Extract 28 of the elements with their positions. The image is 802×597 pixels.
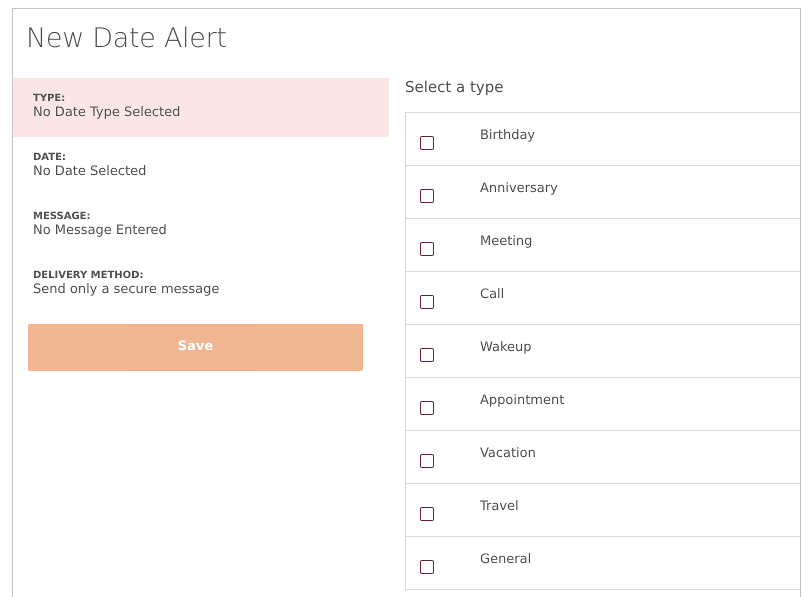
checkbox[interactable]: [420, 560, 434, 574]
checkbox[interactable]: [420, 401, 434, 415]
type-label[interactable]: Meeting: [480, 232, 532, 252]
checkbox[interactable]: [420, 242, 434, 256]
page-title: New Date Alert: [25, 22, 228, 56]
checkbox[interactable]: [420, 189, 434, 203]
type-label[interactable]: Wakeup: [480, 338, 532, 358]
checkbox[interactable]: [420, 348, 434, 362]
type-label[interactable]: Anniversary: [480, 179, 558, 199]
field-label: DATE:: [33, 150, 67, 164]
checkbox[interactable]: [420, 507, 434, 521]
checkbox[interactable]: [420, 454, 434, 468]
field-label: MESSAGE:: [33, 210, 92, 223]
type-label[interactable]: Travel: [480, 497, 519, 517]
field-label: TYPE:: [33, 92, 66, 105]
field-value: No Date Selected: [33, 164, 148, 181]
field-value: Send only a secure message: [33, 282, 220, 299]
checkbox[interactable]: [420, 295, 434, 309]
field-value: No Message Entered: [33, 222, 168, 240]
field-label: DELIVERY METHOD:: [33, 268, 144, 282]
type-label[interactable]: General: [480, 550, 532, 570]
checkbox[interactable]: [420, 136, 434, 150]
type-label[interactable]: Vacation: [480, 444, 536, 464]
list-heading: Select a type: [405, 77, 505, 98]
field-value: No Date Type Selected: [33, 105, 182, 122]
type-label[interactable]: Birthday: [480, 126, 536, 146]
type-label[interactable]: Call: [480, 285, 504, 305]
type-label[interactable]: Appointment: [480, 391, 564, 411]
